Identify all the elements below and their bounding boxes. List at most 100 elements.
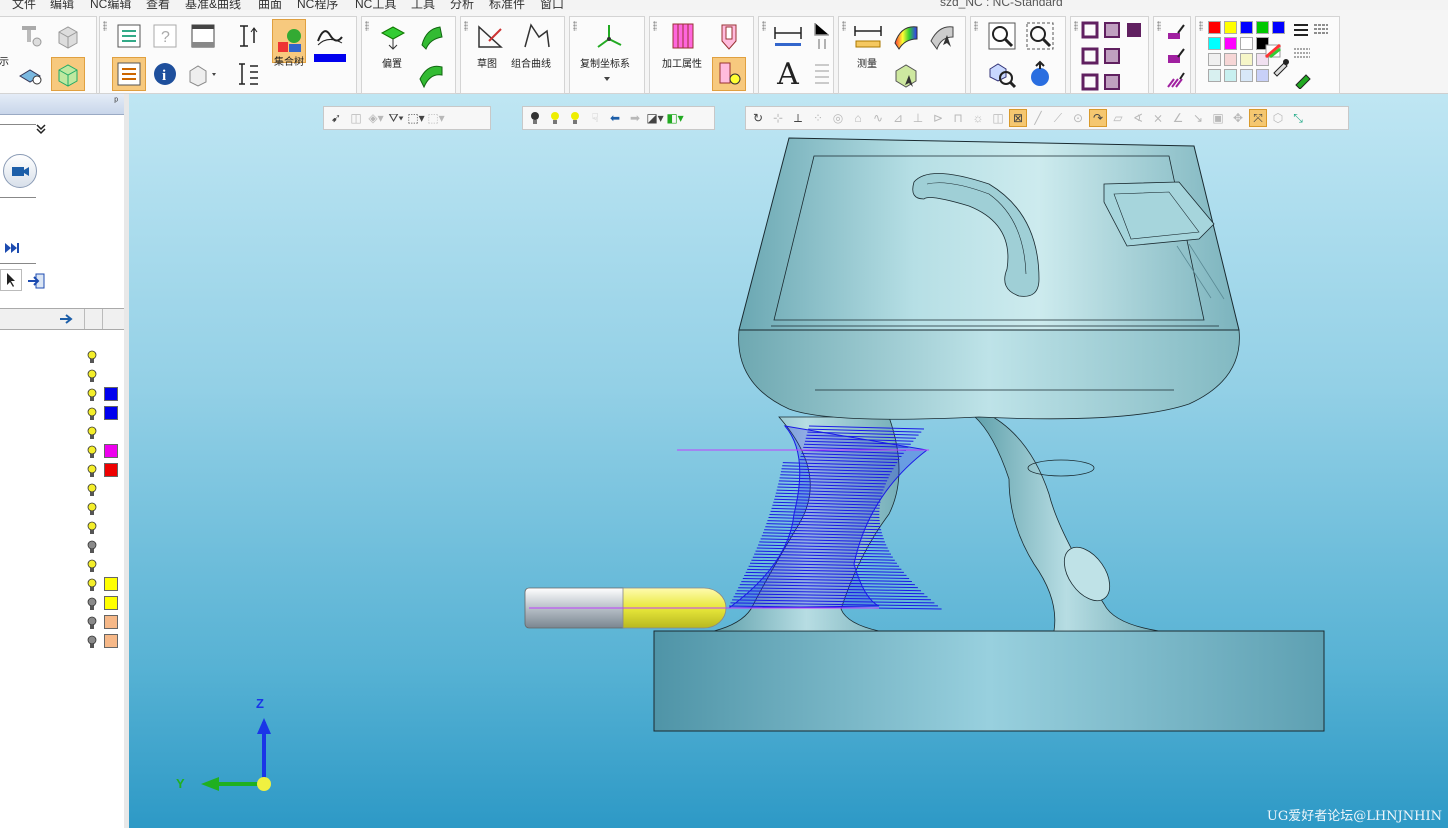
color-swatch[interactable] [1208,69,1221,82]
color-swatch[interactable] [1240,69,1253,82]
sweep-icon[interactable] [312,19,346,53]
paint-fill-icon[interactable] [1164,47,1186,67]
base-block[interactable] [653,630,1325,732]
layer-row[interactable] [86,575,122,594]
text-style-icon[interactable] [805,57,839,91]
group-grip[interactable] [464,21,468,31]
group-grip[interactable] [842,21,846,31]
render-hidden-icon[interactable] [1103,47,1121,65]
multicolor-icon[interactable] [1264,43,1284,59]
color-swatch[interactable] [1224,21,1237,34]
surface-pick-icon[interactable] [925,19,959,53]
text-annotation-button[interactable]: A [771,57,805,92]
copy-csys-icon[interactable] [592,19,626,53]
window-layout-icon[interactable] [186,19,220,53]
group-grip[interactable] [1074,21,1078,31]
layer-row[interactable] [86,442,122,461]
color-swatch[interactable] [1208,53,1221,66]
render-silhouette-icon[interactable] [1081,73,1099,91]
tool-bulb-icon[interactable] [712,57,746,91]
menu-datum-curve[interactable]: 基准&曲线 [185,0,241,10]
show-box-icon[interactable] [51,57,85,91]
layer-bulb-icon[interactable] [86,540,98,554]
color-swatch[interactable] [1208,37,1221,50]
select-mode-button[interactable] [0,269,22,291]
surface-green-icon[interactable] [414,19,448,53]
layer-row[interactable] [86,366,122,385]
layer-bulb-icon[interactable] [86,635,98,649]
color-swatch[interactable] [1256,69,1269,82]
menu-nc-program[interactable]: NC程序 [297,0,338,10]
layer-bulb-icon[interactable] [86,464,98,478]
layer-bulb-icon[interactable] [86,445,98,459]
paint-hatch-icon[interactable] [1164,71,1186,91]
offset-surface-icon[interactable] [376,19,410,53]
menu-file[interactable]: 文件 [12,0,36,10]
layer-color-swatch[interactable] [104,444,118,458]
list-view-icon[interactable] [112,19,146,53]
line-style-icon[interactable] [1292,43,1314,63]
layer-bulb-icon[interactable] [13,57,47,91]
group-grip[interactable] [365,21,369,31]
curvature-analysis-icon[interactable] [889,19,923,53]
paint-brush-icon[interactable] [1164,23,1186,43]
layer-row[interactable] [86,632,122,651]
menu-nc-tools[interactable]: NC工具 [355,0,396,10]
measure-icon[interactable] [851,19,885,53]
layer-bulb-icon[interactable] [86,483,98,497]
layer-bulb-icon[interactable] [86,597,98,611]
double-chevron-down-icon[interactable] [34,122,48,136]
group-grip[interactable] [762,21,766,31]
dimension-chain-icon[interactable] [232,57,266,91]
zoom-object-icon[interactable] [985,57,1019,91]
sketch-icon[interactable] [473,19,507,53]
group-grip[interactable] [974,21,978,31]
bowl-lower[interactable] [738,329,1240,420]
machining-attr-icon[interactable] [666,19,700,53]
layer-color-swatch[interactable] [104,387,118,401]
color-swatch[interactable] [1224,69,1237,82]
layer-color-swatch[interactable] [104,406,118,420]
camera-view-button[interactable] [3,154,37,188]
color-bar-blue[interactable] [314,54,346,62]
menu-analysis[interactable]: 分析 [450,0,474,10]
menu-tools[interactable]: 工具 [411,0,435,10]
layer-row[interactable] [86,613,122,632]
layer-color-swatch[interactable] [104,615,118,629]
color-swatch[interactable] [1272,21,1285,34]
toolpath[interactable] [727,425,942,610]
layer-bulb-icon[interactable] [86,559,98,573]
layer-bulb-icon[interactable] [86,502,98,516]
menu-edit[interactable]: 编辑 [50,0,74,10]
layer-bulb-icon[interactable] [86,350,98,364]
layer-row[interactable] [86,594,122,613]
horizontal-dimension-icon[interactable] [771,19,805,53]
menu-surface[interactable]: 曲面 [258,0,282,10]
paint-brush-small-icon[interactable] [1292,69,1314,89]
dimension-tools-icon[interactable] [805,19,839,53]
render-wire-icon[interactable] [1103,21,1121,39]
layer-row[interactable] [86,537,122,556]
pin-icon[interactable]: ᵖ [114,96,118,107]
color-swatch[interactable] [1224,37,1237,50]
arrow-right-icon[interactable] [58,312,76,326]
layer-row[interactable] [86,556,122,575]
group-grip[interactable] [1199,21,1203,31]
layer-bulb-icon[interactable] [86,578,98,592]
layer-row[interactable] [86,518,122,537]
render-edge-icon[interactable] [1081,47,1099,65]
layer-color-swatch[interactable] [104,463,118,477]
3d-viewport[interactable]: ➹ ◫ ◈▾ ⛛▾ ⬚▾ ⬚▾ ☟ ⬅ ➡ ◪▾ ◧▾ ↻ ⊹ ⟂ ⁘ ◎ ⌂ … [129,94,1448,828]
dimension-vertical-icon[interactable] [232,19,266,53]
right-leg[interactable] [973,411,1160,632]
layer-row[interactable] [86,385,122,404]
skip-forward-icon[interactable] [4,241,22,255]
color-swatch[interactable] [1240,21,1253,34]
help-icon[interactable]: ? [148,19,182,53]
group-grip[interactable] [573,21,577,31]
layer-bulb-icon[interactable] [86,369,98,383]
layer-bulb-icon[interactable] [86,407,98,421]
menu-nc-edit[interactable]: NC编辑 [90,0,131,10]
layer-bulb-icon[interactable] [86,388,98,402]
hide-box-icon[interactable] [51,19,85,53]
